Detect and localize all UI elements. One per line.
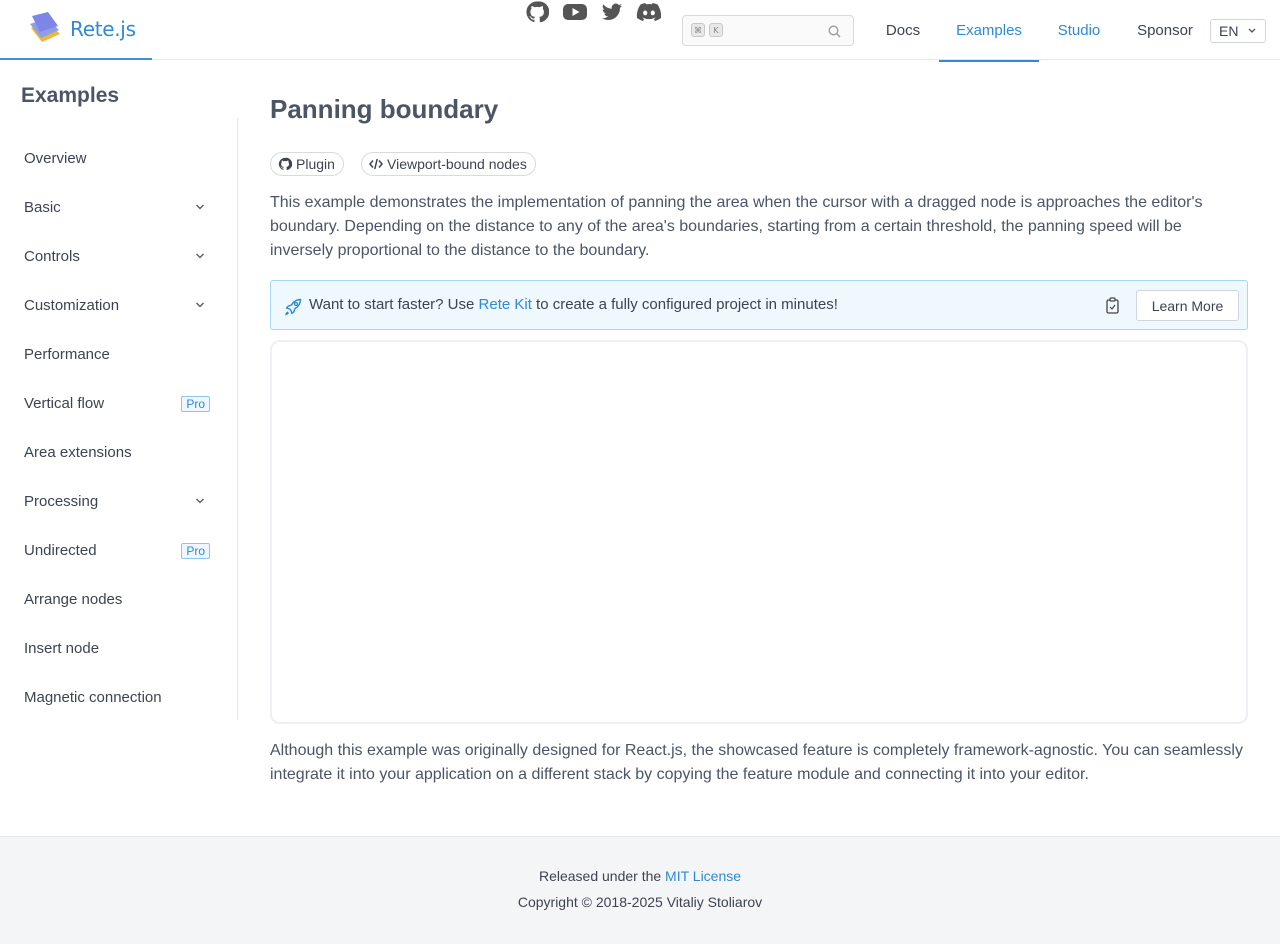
sidebar-item-vertical-flow[interactable]: Vertical flow Pro (24, 391, 214, 415)
chevron-down-icon[interactable] (194, 250, 206, 262)
language-value: EN (1219, 23, 1239, 39)
sidebar-item-label: Basic (24, 198, 61, 216)
kbd-k: K (709, 23, 723, 37)
sidebar-item-performance[interactable]: Performance (24, 342, 214, 366)
rete-kit-link[interactable]: Rete Kit (479, 296, 532, 313)
tag-plugin-label: Plugin (296, 156, 335, 172)
rocket-icon (285, 298, 302, 316)
chevron-down-icon (1248, 28, 1256, 33)
rete-logo-icon (30, 12, 60, 42)
footer-copyright: Copyright © 2018-2025 Vitaliy Stoliarov (517, 894, 763, 910)
youtube-icon[interactable] (562, 0, 588, 24)
sidebar-item-controls[interactable]: Controls (24, 244, 214, 268)
sidebar-item-undirected[interactable]: Undirected Pro (24, 538, 214, 562)
nav-studio[interactable]: Studio (1046, 0, 1112, 60)
top-header: Rete.js ⌘ K Docs Examples Studio Sponsor… (0, 0, 1280, 62)
sidebar-item-label: Processing (24, 492, 99, 510)
description: This example demonstrates the implementa… (270, 194, 1203, 259)
sidebar-item-label: Customization (24, 296, 120, 314)
code-icon (369, 158, 383, 170)
search-icon (828, 25, 841, 38)
framework-note: Although this example was originally des… (270, 742, 1243, 783)
sidebar-item-label: Insert node (24, 639, 100, 657)
info-alert: Want to start faster? Use Rete Kit to cr… (270, 280, 1248, 330)
page-title: Panning boundary (270, 94, 499, 124)
nav-examples[interactable]: Examples (939, 0, 1039, 62)
kbd-cmd: ⌘ (691, 23, 705, 37)
tag-viewport-label: Viewport-bound nodes (387, 156, 527, 172)
clipboard-icon[interactable] (1105, 297, 1120, 314)
sidebar-item-label: Magnetic connection (24, 688, 162, 706)
sidebar-item-label: Area extensions (24, 443, 132, 461)
sidebar-item-insert-node[interactable]: Insert node (24, 636, 214, 660)
footer-released-prefix: Released under the (538, 868, 666, 884)
sidebar-item-label: Vertical flow (24, 394, 105, 412)
search-input[interactable]: ⌘ K (682, 15, 854, 46)
language-select[interactable]: EN (1210, 19, 1266, 43)
sidebar-item-processing[interactable]: Processing (24, 489, 214, 513)
footer: Released under the MIT License Copyright… (0, 836, 1280, 944)
tag-viewport-bound-nodes[interactable]: Viewport-bound nodes (361, 152, 536, 176)
discord-icon[interactable] (636, 0, 662, 24)
footer-license-line: Released under the MIT License (0, 868, 1280, 884)
alert-text-before: Want to start faster? Use (309, 296, 479, 313)
editor-canvas[interactable] (270, 340, 1248, 724)
brand-name: Rete.js (70, 17, 136, 41)
sidebar-item-label: Overview (24, 149, 87, 167)
sidebar-item-label: Performance (24, 345, 110, 363)
twitter-icon[interactable] (599, 0, 625, 24)
chevron-down-icon[interactable] (194, 201, 206, 213)
github-icon (278, 157, 292, 171)
sidebar: Overview Basic Controls Customization Perfor… (0, 118, 238, 720)
sidebar-item-customization[interactable]: Customization (24, 293, 214, 317)
sidebar-item-basic[interactable]: Basic (24, 195, 214, 219)
chevron-down-icon[interactable] (194, 299, 206, 311)
mit-license-link[interactable]: MIT License (665, 868, 741, 884)
nav-sponsor[interactable]: Sponsor (1128, 0, 1202, 60)
sidebar-item-label: Undirected (24, 541, 97, 559)
alert-text: Want to start faster? Use Rete Kit to cr… (309, 296, 838, 313)
sidebar-item-label: Arrange nodes (24, 590, 123, 608)
pro-badge: Pro (181, 396, 210, 412)
sidebar-item-label: Controls (24, 247, 80, 265)
pro-badge: Pro (181, 543, 210, 559)
sidebar-item-area-extensions[interactable]: Area extensions (24, 440, 214, 464)
sidebar-item-arrange-nodes[interactable]: Arrange nodes (24, 587, 214, 611)
sidebar-title: Examples (21, 84, 120, 107)
learn-more-button[interactable]: Learn More (1136, 290, 1239, 321)
sidebar-item-overview[interactable]: Overview (24, 146, 214, 170)
sidebar-item-magnetic-connection[interactable]: Magnetic connection (24, 685, 214, 709)
brand-logo-link[interactable]: Rete.js (0, 0, 152, 60)
chevron-down-icon[interactable] (194, 495, 206, 507)
github-icon[interactable] (524, 0, 550, 24)
alert-text-after: to create a fully configured project in … (531, 296, 838, 313)
tag-plugin[interactable]: Plugin (270, 152, 344, 176)
nav-docs[interactable]: Docs (868, 0, 938, 60)
